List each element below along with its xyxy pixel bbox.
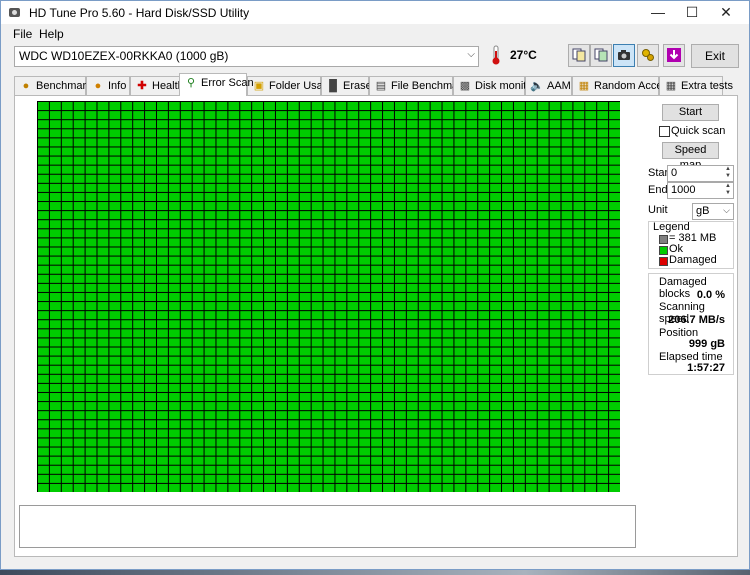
legend-damaged: Damaged [669, 254, 717, 266]
tab-label: Benchmark [36, 80, 92, 92]
start-scan-button[interactable]: Start [662, 104, 719, 121]
health-icon: ✚ [137, 80, 147, 93]
tab-aam[interactable]: 🔈 AAM [525, 76, 572, 95]
tab-label: Extra tests [681, 80, 733, 92]
copy-all-button[interactable] [590, 44, 612, 67]
file-benchmark-icon: ▤ [375, 80, 387, 93]
minimize-button[interactable]: — [641, 1, 675, 24]
app-icon [9, 8, 20, 17]
info-icon: ● [94, 80, 102, 93]
maximize-button[interactable]: ☐ [675, 1, 709, 24]
save-button[interactable] [663, 44, 685, 67]
copy-icon [572, 48, 586, 62]
scan-log-area [19, 505, 636, 548]
title-bar: HD Tune Pro 5.60 - Hard Disk/SSD Utility… [1, 1, 749, 24]
tab-file-benchmark[interactable]: ▤ File Benchmark [369, 76, 467, 95]
speed-map-button[interactable]: Speed map [662, 142, 719, 171]
screenshot-button[interactable] [613, 44, 635, 67]
drive-select-value: WDC WD10EZEX-00RKKA0 (1000 gB) [19, 49, 229, 63]
legend-swatch-damaged [659, 257, 668, 266]
legend-box: Legend = 381 MB Ok Damaged [648, 221, 734, 269]
unit-value: gB [696, 205, 710, 217]
error-scan-panel: Start Quick scan Speed map Start 0 ▲▼ En… [14, 95, 738, 557]
block-map-canvas [38, 102, 620, 492]
download-arrow-icon [667, 48, 681, 62]
menu-file[interactable]: File [13, 27, 32, 41]
quick-scan-checkbox[interactable] [659, 126, 670, 137]
tab-health[interactable]: ✚ Health [130, 76, 184, 95]
position-value: 999 gB [688, 338, 725, 350]
tab-info[interactable]: ● Info [86, 76, 130, 95]
tab-error-scan[interactable]: ⚲ Error Scan [179, 73, 254, 96]
tab-label: Info [108, 80, 127, 92]
extra-tests-icon: ▦ [665, 80, 677, 93]
tab-random-access[interactable]: ▦ Random Access [572, 76, 673, 95]
spinner-arrows-icon[interactable]: ▲ ▼ [723, 166, 733, 181]
camera-icon [618, 50, 630, 60]
temperature-readout: 27°C [510, 48, 537, 62]
exit-button[interactable]: Exit [691, 44, 739, 68]
tab-benchmark[interactable]: ● Benchmark [14, 76, 92, 95]
scan-stats-box: Damaged blocks 0.0 % Scanning speed 206.… [648, 273, 734, 375]
end-label: End [648, 184, 668, 196]
chevron-down-icon: ⌵ [467, 49, 475, 60]
tab-label: Error Scan [201, 77, 254, 89]
tab-label: Erase [343, 80, 372, 92]
end-value: 1000 [671, 184, 696, 196]
menu-help[interactable]: Help [39, 27, 64, 41]
tab-disk-monitor[interactable]: ▩ Disk monitor [453, 76, 536, 95]
options-button[interactable] [637, 44, 659, 67]
menu-bar: File Help [1, 25, 749, 42]
chevron-down-icon: ⌵ [723, 205, 730, 215]
close-button[interactable]: ✕ [709, 1, 743, 24]
end-input[interactable]: 1000 ▲ ▼ [667, 182, 734, 199]
app-window: HD Tune Pro 5.60 - Hard Disk/SSD Utility… [0, 0, 750, 570]
legend-swatch-ok [659, 246, 668, 255]
window-title: HD Tune Pro 5.60 - Hard Disk/SSD Utility [29, 6, 250, 20]
damaged-blocks-value: 0.0 % [696, 289, 725, 301]
folder-icon: ▣ [253, 80, 265, 93]
scan-block-map [37, 101, 620, 492]
spinner-arrows-icon[interactable]: ▲ ▼ [723, 183, 733, 198]
start-input[interactable]: 0 ▲ ▼ [667, 165, 734, 182]
unit-label: Unit [648, 204, 668, 216]
erase-icon: █ [329, 80, 337, 93]
thermometer-icon [492, 45, 500, 65]
tab-label: AAM [547, 80, 571, 92]
elapsed-time-value: 1:57:27 [687, 362, 725, 374]
tab-erase[interactable]: █ Erase [321, 76, 372, 95]
disk-monitor-icon: ▩ [459, 80, 471, 93]
start-value: 0 [671, 167, 678, 179]
unit-select[interactable]: gB ⌵ [692, 203, 734, 220]
benchmark-icon: ● [22, 80, 30, 93]
quick-scan-label: Quick scan [671, 125, 726, 137]
copy-info-button[interactable] [568, 44, 590, 67]
scanning-speed-value: 206.7 MB/s [668, 314, 725, 326]
tab-extra-tests[interactable]: ▦ Extra tests [659, 76, 733, 95]
aam-icon: 🔈 [530, 80, 544, 93]
copy-all-icon [594, 48, 608, 62]
drive-select[interactable]: WDC WD10EZEX-00RKKA0 (1000 gB) ⌵ [14, 46, 479, 67]
error-scan-icon: ⚲ [186, 77, 196, 90]
tools-icon [642, 49, 654, 61]
legend-swatch-block-size [659, 235, 668, 244]
random-access-icon: ▦ [578, 80, 590, 93]
tab-folder-usage[interactable]: ▣ Folder Usage [247, 76, 335, 95]
